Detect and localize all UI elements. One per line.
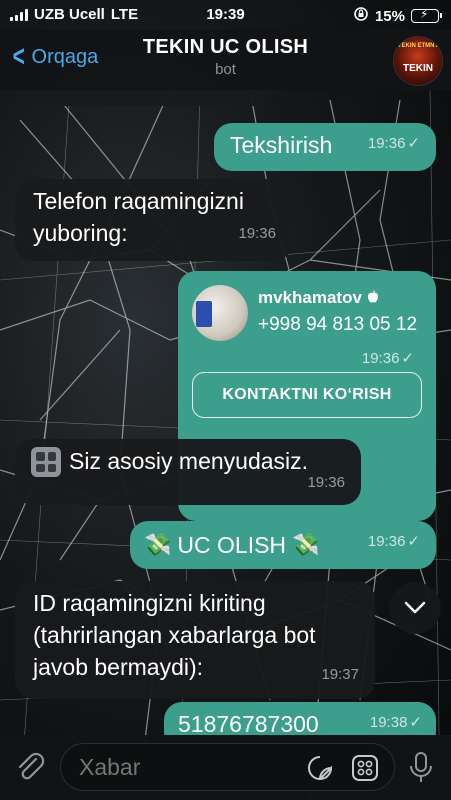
contact-card: mvkhamatov +998 94 813 05 12: [192, 285, 422, 341]
chat-subtitle: bot: [215, 61, 236, 78]
message-time: 19:36: [367, 533, 406, 550]
message-meta: 19:36: [307, 467, 345, 499]
bot-commands-icon[interactable]: [351, 754, 379, 782]
message-text: ID raqamingizni kiriting (tahrirlangan x…: [33, 590, 316, 680]
chat-title-block[interactable]: TEKIN UC OLISH bot: [0, 36, 451, 78]
message-in-phone-request[interactable]: Telefon raqamingizni yuboring: 19:36: [15, 179, 292, 261]
message-time: 19:36: [367, 135, 406, 152]
message-text: Siz asosiy menyudasiz.: [69, 448, 309, 474]
status-bar: UZB Ucell LTE 19:39 15% ⚡: [0, 0, 451, 30]
message-in-main-menu[interactable]: Siz asosiy menyudasiz. 19:36: [15, 439, 361, 505]
sticker-icon[interactable]: [307, 755, 333, 781]
read-check-icon: ✓: [409, 714, 422, 731]
microphone-icon[interactable]: [406, 751, 436, 785]
apple-icon: [367, 288, 379, 307]
chevron-down-icon: [404, 601, 426, 614]
message-text: UC OLISH: [177, 532, 287, 558]
battery-percent: 15%: [374, 7, 405, 25]
message-time: 19:37: [321, 666, 359, 683]
view-contact-button[interactable]: KONTAKTNI KO‘RISH: [192, 372, 422, 418]
message-list[interactable]: Tekshirish 19:36 ✓ Telefon raqamingizni …: [0, 90, 451, 735]
contact-avatar[interactable]: [192, 285, 248, 341]
contact-name: mvkhamatov: [258, 288, 362, 307]
bot-avatar-text: TEKIN: [403, 63, 433, 74]
message-out-uc-olish[interactable]: 💸 UC OLISH 💸 19:36 ✓: [130, 521, 436, 569]
chat-title: TEKIN UC OLISH: [142, 36, 309, 58]
message-composer: [0, 735, 451, 800]
battery-icon: ⚡: [411, 7, 442, 23]
bot-avatar-top-text: TEKIN ETMNT: [397, 43, 439, 49]
rotation-lock-icon: [353, 6, 369, 26]
message-out-tekshirish[interactable]: Tekshirish 19:36 ✓: [214, 123, 436, 171]
previous-message-bubble: [15, 90, 273, 106]
money-wings-icon: 💸: [292, 532, 320, 557]
message-input[interactable]: [60, 743, 395, 791]
message-time: 19:36: [361, 350, 400, 367]
message-text: Tekshirish: [230, 132, 333, 158]
contact-phone: +998 94 813 05 12: [258, 314, 418, 335]
scroll-to-bottom-button[interactable]: [389, 582, 441, 634]
message-out-id[interactable]: 51876787300 19:38 ✓: [164, 702, 436, 735]
message-meta: 19:36 ✓: [368, 128, 420, 160]
contact-info: mvkhamatov +998 94 813 05 12: [258, 285, 417, 341]
status-right: 15% ⚡: [353, 6, 442, 26]
message-meta: 19:36: [238, 218, 276, 250]
message-time: 19:36: [307, 474, 345, 491]
contact-name-row: mvkhamatov: [258, 287, 417, 309]
chat-header: < Orqaga TEKIN UC OLISH bot TEKIN ETMNT …: [0, 30, 451, 90]
message-time: 19:38: [369, 714, 408, 731]
message-meta: 19:38 ✓: [370, 707, 422, 735]
message-meta: 19:36 ✓: [362, 343, 414, 375]
message-in-id-request[interactable]: ID raqamingizni kiriting (tahrirlangan x…: [15, 581, 375, 699]
message-meta: 19:37: [321, 659, 359, 691]
message-meta: 19:36 ✓: [368, 526, 420, 558]
control-knobs-icon: [31, 447, 61, 477]
money-wings-icon: 💸: [144, 532, 172, 557]
read-check-icon: ✓: [401, 350, 414, 367]
read-check-icon: ✓: [407, 135, 420, 152]
message-time: 19:36: [238, 225, 276, 242]
bot-avatar[interactable]: TEKIN ETMNT TEKIN: [393, 36, 443, 86]
read-check-icon: ✓: [407, 533, 420, 550]
paperclip-icon[interactable]: [12, 749, 48, 785]
message-text: 51876787300: [178, 711, 319, 735]
